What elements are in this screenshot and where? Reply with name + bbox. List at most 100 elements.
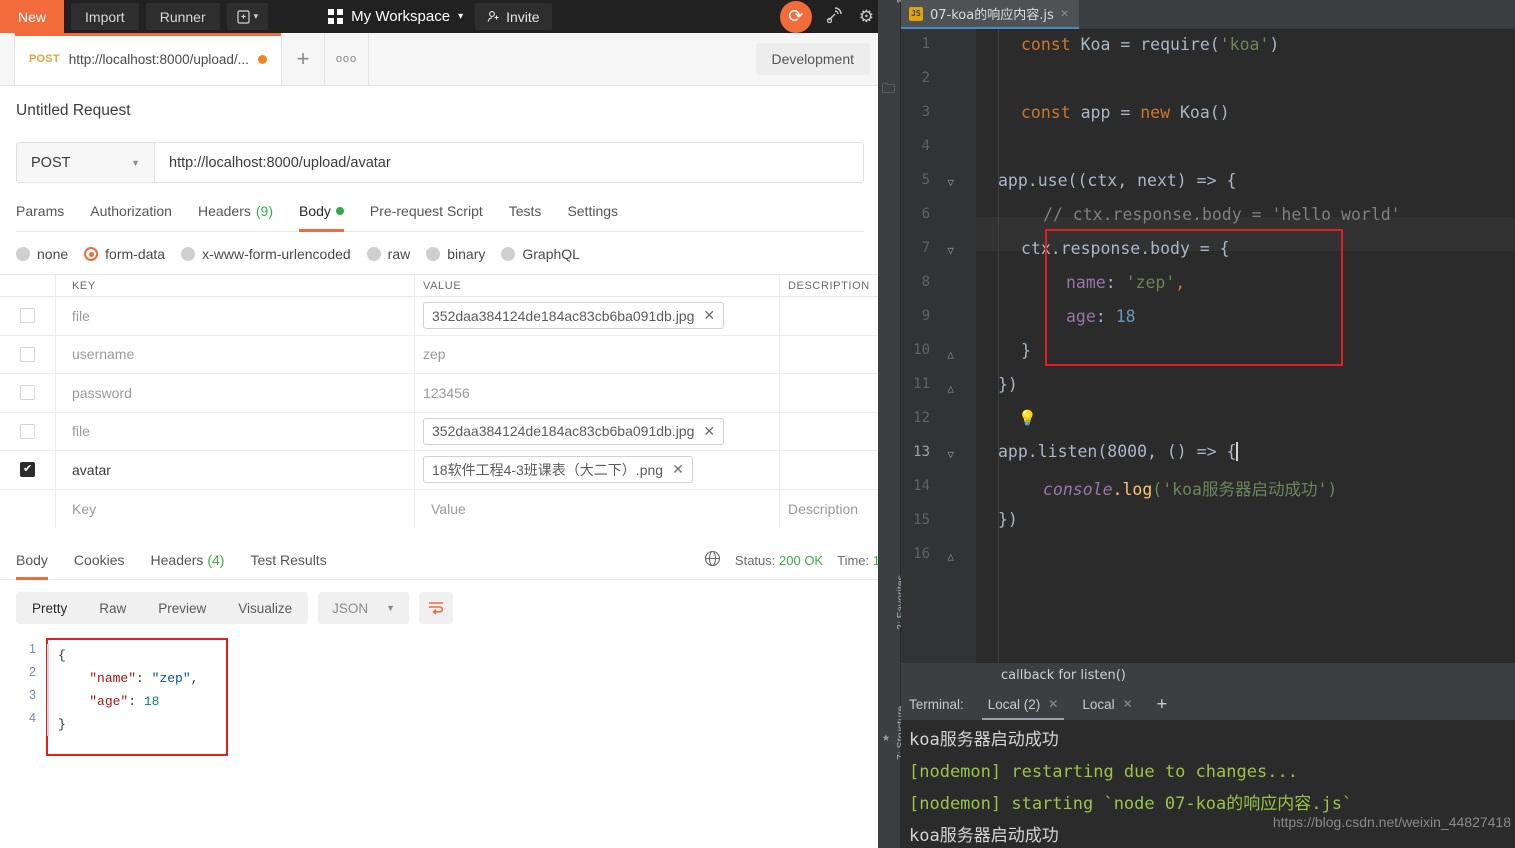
- request-tab[interactable]: POST http://localhost:8000/upload/...: [14, 33, 282, 85]
- table-row[interactable]: file 352daa384124de184ac83cb6ba091db.jpg…: [0, 297, 880, 336]
- row-checkbox[interactable]: [0, 451, 56, 489]
- tab-options-button[interactable]: ooo: [325, 33, 369, 85]
- tab-tests[interactable]: Tests: [509, 203, 542, 231]
- import-button[interactable]: Import: [71, 3, 139, 30]
- new-button[interactable]: New: [0, 0, 65, 33]
- close-icon[interactable]: ✕: [1123, 697, 1133, 711]
- response-tab-cookies[interactable]: Cookies: [74, 540, 125, 579]
- fold-close-icon[interactable]: △: [947, 550, 954, 563]
- satellite-icon[interactable]: [826, 5, 845, 29]
- folder-icon[interactable]: 🗀: [882, 80, 895, 102]
- row-value[interactable]: 352daa384124de184ac83cb6ba091db.jpg ✕: [415, 412, 780, 450]
- row-description[interactable]: [780, 451, 880, 489]
- format-preview[interactable]: Preview: [142, 592, 222, 624]
- response-tab-body[interactable]: Body: [16, 540, 48, 580]
- body-type-urlencoded[interactable]: x-www-form-urlencoded: [181, 246, 351, 262]
- fold-close-icon[interactable]: △: [947, 382, 954, 395]
- response-tab-headers[interactable]: Headers (4): [151, 540, 225, 579]
- star-icon[interactable]: ★: [882, 730, 890, 745]
- format-visualize[interactable]: Visualize: [222, 592, 308, 624]
- new-description-input[interactable]: Description: [780, 490, 880, 529]
- close-icon[interactable]: ✕: [1048, 697, 1058, 711]
- response-line-numbers: 1 2 3 4: [16, 638, 46, 756]
- body-type-form-data[interactable]: form-data: [84, 246, 165, 262]
- tab-body[interactable]: Body: [299, 203, 344, 232]
- row-key[interactable]: file: [56, 297, 415, 335]
- tab-params[interactable]: Params: [16, 203, 64, 231]
- body-type-raw[interactable]: raw: [366, 246, 410, 262]
- table-row[interactable]: password 123456: [0, 374, 880, 413]
- row-description[interactable]: [780, 336, 880, 374]
- chevron-down-icon: ▼: [386, 603, 396, 613]
- row-key[interactable]: username: [56, 335, 415, 373]
- wrap-lines-button[interactable]: [419, 592, 454, 624]
- row-value[interactable]: 123456: [415, 374, 780, 412]
- line-number: 2: [29, 665, 36, 679]
- response-body-viewer: 1 2 3 4 { "name": "zep", "age": 18 }: [16, 638, 880, 756]
- fold-open-icon[interactable]: ▽: [947, 176, 954, 189]
- terminal-tab-local-2[interactable]: Local (2) ✕: [976, 688, 1071, 720]
- sync-icon[interactable]: ⟳: [779, 0, 812, 33]
- row-key[interactable]: avatar: [56, 451, 415, 489]
- row-value[interactable]: 18软件工程4-3班课表（大二下）.png ✕: [415, 451, 780, 489]
- row-description[interactable]: [780, 297, 880, 335]
- fold-open-icon[interactable]: ▽: [947, 244, 954, 257]
- row-checkbox[interactable]: [0, 374, 56, 412]
- tab-label: Body: [299, 203, 331, 219]
- remove-file-icon[interactable]: ✕: [703, 307, 715, 324]
- invite-button[interactable]: Invite: [475, 3, 552, 30]
- terminal-output[interactable]: koa服务器启动成功 [nodemon] restarting due to c…: [901, 720, 1515, 848]
- row-description[interactable]: [780, 374, 880, 412]
- body-type-graphql[interactable]: GraphQL: [501, 246, 580, 262]
- code-editor[interactable]: 1 2 3 4 5 6 7 8 9 10 11 12 13 14 15 16 ▽…: [901, 29, 1515, 663]
- body-type-binary[interactable]: binary: [426, 246, 485, 262]
- obj-console: console: [1043, 480, 1113, 499]
- url-input[interactable]: http://localhost:8000/upload/avatar: [155, 143, 863, 182]
- row-key[interactable]: file: [56, 412, 415, 450]
- response-json-highlight-box[interactable]: { "name": "zep", "age": 18 }: [46, 638, 228, 756]
- tab-headers[interactable]: Headers (9): [198, 203, 273, 231]
- new-key-input[interactable]: Key: [56, 489, 415, 528]
- editor-file-tab[interactable]: JS 07-koa的响应内容.js ✕: [901, 0, 1079, 29]
- row-checkbox[interactable]: [0, 297, 56, 335]
- content-type-select[interactable]: JSON ▼: [318, 592, 410, 624]
- table-row[interactable]: username zep: [0, 335, 880, 374]
- headers-count: (9): [255, 203, 273, 219]
- close-icon[interactable]: ✕: [1061, 6, 1069, 21]
- response-tab-test-results[interactable]: Test Results: [250, 540, 326, 579]
- tab-settings[interactable]: Settings: [567, 203, 618, 231]
- add-tab-button[interactable]: +: [282, 33, 325, 85]
- row-value[interactable]: zep: [415, 335, 780, 373]
- new-tab-icon-button[interactable]: ▾: [226, 3, 269, 30]
- table-row[interactable]: avatar 18软件工程4-3班课表（大二下）.png ✕: [0, 451, 880, 490]
- new-terminal-button[interactable]: +: [1145, 694, 1179, 714]
- remove-file-icon[interactable]: ✕: [672, 461, 684, 478]
- remove-file-icon[interactable]: ✕: [703, 423, 715, 440]
- fold-close-icon[interactable]: △: [947, 348, 954, 361]
- format-raw[interactable]: Raw: [83, 592, 142, 624]
- globe-icon[interactable]: [704, 550, 721, 570]
- row-checkbox[interactable]: [0, 412, 56, 450]
- body-type-none[interactable]: none: [16, 246, 68, 262]
- row-value[interactable]: 352daa384124de184ac83cb6ba091db.jpg ✕: [415, 297, 780, 335]
- format-pretty[interactable]: Pretty: [16, 592, 83, 624]
- workspace-selector[interactable]: My Workspace ▾: [328, 8, 463, 25]
- row-key[interactable]: password: [56, 374, 415, 412]
- row-checkbox[interactable]: [0, 335, 56, 373]
- tab-pre-request-script[interactable]: Pre-request Script: [370, 203, 483, 231]
- tab-authorization[interactable]: Authorization: [90, 203, 172, 231]
- table-row[interactable]: file 352daa384124de184ac83cb6ba091db.jpg…: [0, 412, 880, 451]
- table-placeholder-row[interactable]: Key Value Description: [0, 489, 880, 529]
- method-select[interactable]: POST ▼: [17, 143, 155, 182]
- file-chip[interactable]: 352daa384124de184ac83cb6ba091db.jpg ✕: [423, 302, 725, 330]
- environment-selector[interactable]: Development: [755, 43, 870, 75]
- intention-bulb-icon[interactable]: 💡: [1018, 409, 1037, 427]
- fold-open-icon[interactable]: ▽: [947, 448, 954, 461]
- file-chip[interactable]: 352daa384124de184ac83cb6ba091db.jpg ✕: [423, 417, 725, 445]
- file-chip[interactable]: 18软件工程4-3班课表（大二下）.png ✕: [423, 456, 693, 484]
- terminal-tab-local[interactable]: Local ✕: [1070, 688, 1144, 720]
- new-value-input[interactable]: Value: [415, 489, 780, 528]
- gear-icon[interactable]: ⚙: [859, 7, 874, 27]
- runner-button[interactable]: Runner: [145, 3, 220, 30]
- row-description[interactable]: [780, 413, 880, 451]
